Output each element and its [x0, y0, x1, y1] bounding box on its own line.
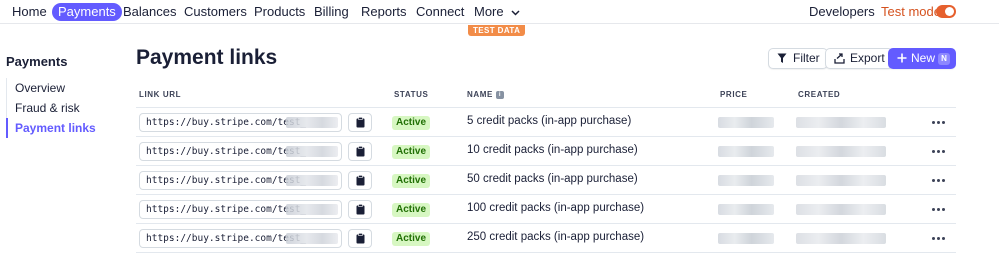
link-url-field[interactable]: https://buy.stripe.com/test_	[139, 113, 342, 132]
redacted-price	[718, 204, 774, 215]
clipboard-icon	[356, 117, 365, 128]
table-row[interactable]: https://buy.stripe.com/test_ Active 50 c…	[136, 166, 956, 195]
link-url-text: https://buy.stripe.com/test_	[146, 175, 307, 186]
redacted-created-date	[796, 233, 886, 244]
plus-icon	[897, 53, 907, 63]
link-name[interactable]: 100 credit packs (in-app purchase)	[467, 202, 644, 214]
column-header-status[interactable]: STATUS	[394, 90, 428, 99]
redacted-url-suffix	[286, 175, 338, 186]
redacted-url-suffix	[286, 233, 338, 244]
new-label: New	[911, 51, 936, 65]
redacted-price	[718, 146, 774, 157]
redacted-created-date	[796, 204, 886, 215]
test-mode-label: Test mode	[881, 4, 941, 19]
export-icon	[834, 53, 845, 64]
chevron-down-icon	[511, 10, 520, 16]
sidebar-item-payment-links[interactable]: Payment links	[6, 118, 116, 138]
redacted-url-suffix	[286, 117, 338, 128]
nav-connect[interactable]: Connect	[410, 3, 470, 21]
status-badge: Active	[392, 232, 431, 246]
more-horizontal-icon[interactable]	[932, 145, 946, 157]
table-header: LINK URL STATUS NAME i PRICE CREATED	[136, 84, 956, 108]
filter-icon	[777, 53, 787, 63]
copy-link-button[interactable]	[348, 113, 372, 132]
clipboard-icon	[356, 204, 365, 215]
column-header-name-label: NAME	[467, 90, 493, 99]
table-row[interactable]: https://buy.stripe.com/test_ Active 100 …	[136, 195, 956, 224]
nav-reports[interactable]: Reports	[355, 3, 413, 21]
redacted-created-date	[796, 117, 886, 128]
more-horizontal-icon[interactable]	[932, 232, 946, 244]
sidebar-nav: Overview Fraud & risk Payment links	[6, 78, 116, 138]
info-icon[interactable]: i	[495, 90, 504, 99]
redacted-url-suffix	[286, 204, 338, 215]
link-url-field[interactable]: https://buy.stripe.com/test_	[139, 200, 342, 219]
redacted-price	[718, 175, 774, 186]
sidebar-title: Payments	[6, 54, 68, 69]
developers-link[interactable]: Developers	[809, 3, 875, 21]
redacted-created-date	[796, 146, 886, 157]
link-name[interactable]: 10 credit packs (in-app purchase)	[467, 144, 638, 156]
column-header-created[interactable]: CREATED	[798, 90, 840, 99]
more-horizontal-icon[interactable]	[932, 116, 946, 128]
status-badge: Active	[392, 116, 431, 130]
clipboard-icon	[356, 175, 365, 186]
nav-customers[interactable]: Customers	[178, 3, 253, 21]
filter-button[interactable]: Filter	[768, 48, 828, 69]
status-badge: Active	[392, 203, 431, 217]
status-badge: Active	[392, 145, 431, 159]
redacted-price	[718, 117, 774, 128]
table-row[interactable]: https://buy.stripe.com/test_ Active 250 …	[136, 224, 956, 253]
nav-payments[interactable]: Payments	[52, 3, 122, 21]
copy-link-button[interactable]	[348, 142, 372, 161]
nav-more[interactable]: More	[468, 3, 526, 21]
clipboard-icon	[356, 146, 365, 157]
copy-link-button[interactable]	[348, 229, 372, 248]
new-shortcut-badge: N	[938, 53, 950, 65]
filter-label: Filter	[793, 51, 820, 65]
link-url-field[interactable]: https://buy.stripe.com/test_	[139, 229, 342, 248]
column-header-link-url[interactable]: LINK URL	[139, 90, 181, 99]
redacted-price	[718, 233, 774, 244]
link-name[interactable]: 5 credit packs (in-app purchase)	[467, 115, 631, 127]
link-url-text: https://buy.stripe.com/test_	[146, 117, 307, 128]
link-name[interactable]: 50 credit packs (in-app purchase)	[467, 173, 638, 185]
top-navigation: Home Payments Balances Customers Product…	[0, 0, 999, 24]
copy-link-button[interactable]	[348, 200, 372, 219]
new-button[interactable]: New N	[888, 48, 956, 69]
nav-billing[interactable]: Billing	[308, 3, 355, 21]
nav-products[interactable]: Products	[248, 3, 311, 21]
copy-link-button[interactable]	[348, 171, 372, 190]
test-data-banner: TEST DATA	[468, 25, 526, 36]
clipboard-icon	[356, 233, 365, 244]
more-horizontal-icon[interactable]	[932, 174, 946, 186]
column-header-name[interactable]: NAME i	[467, 90, 504, 99]
redacted-url-suffix	[286, 146, 338, 157]
test-mode-toggle[interactable]	[936, 5, 956, 18]
link-url-field[interactable]: https://buy.stripe.com/test_	[139, 171, 342, 190]
table-row[interactable]: https://buy.stripe.com/test_ Active 10 c…	[136, 137, 956, 166]
column-header-price[interactable]: PRICE	[720, 90, 747, 99]
more-horizontal-icon[interactable]	[932, 203, 946, 215]
link-url-text: https://buy.stripe.com/test_	[146, 204, 307, 215]
link-url-text: https://buy.stripe.com/test_	[146, 146, 307, 157]
redacted-created-date	[796, 175, 886, 186]
toggle-knob	[945, 7, 954, 16]
nav-more-label: More	[474, 4, 504, 19]
page-title: Payment links	[136, 46, 278, 69]
export-label: Export	[850, 51, 885, 65]
nav-balances[interactable]: Balances	[117, 3, 182, 21]
link-url-text: https://buy.stripe.com/test_	[146, 233, 307, 244]
sidebar-item-fraud-risk[interactable]: Fraud & risk	[7, 98, 116, 118]
nav-home[interactable]: Home	[6, 3, 53, 21]
link-name[interactable]: 250 credit packs (in-app purchase)	[467, 231, 644, 243]
link-url-field[interactable]: https://buy.stripe.com/test_	[139, 142, 342, 161]
sidebar-item-overview[interactable]: Overview	[7, 78, 116, 98]
status-badge: Active	[392, 174, 431, 188]
table-row[interactable]: https://buy.stripe.com/test_ Active 5 cr…	[136, 108, 956, 137]
export-button[interactable]: Export	[825, 48, 893, 69]
